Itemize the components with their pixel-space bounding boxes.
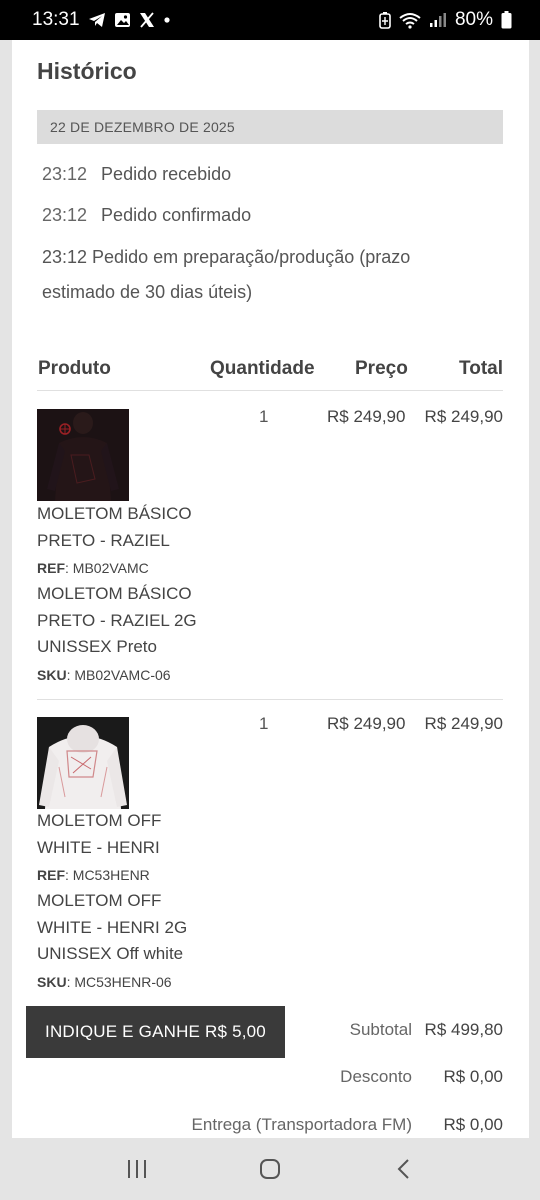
ref-label: REF [37,867,65,883]
status-bar-left: 13:31 [32,9,171,31]
sku-label: SKU [37,974,67,990]
item-price: R$ 249,90 [327,407,406,426]
col-header-quantity: Quantidade [210,358,315,379]
ref-label: REF [37,560,65,576]
discount-value: R$ 0,00 [443,1067,503,1086]
product-image-henri[interactable] [37,717,129,809]
battery-icon [501,11,512,29]
x-icon [139,12,155,28]
product-sku: SKU: MB02VAMC-06 [37,667,171,683]
shipping-value: R$ 0,00 [443,1115,503,1134]
status-bar: 13:31 80% [0,0,540,40]
product-sku: SKU: MC53HENR-06 [37,974,172,990]
navigation-bar [0,1138,540,1200]
product-ref: REF: MB02VAMC [37,560,149,576]
product-name[interactable]: MOLETOM OFF WHITE - HENRI [37,808,217,861]
battery-saver-icon [379,11,391,29]
history-entry-text: Pedido confirmado [101,205,252,225]
sku-label: SKU [37,667,67,683]
subtotal-label: Subtotal [349,1020,412,1039]
history-entry-time: 23:12 [42,205,88,225]
product-variant: MOLETOM BÁSICO PRETO - RAZIEL 2G UNISSEX… [37,584,197,656]
item-total: R$ 249,90 [424,714,503,733]
history-date: 22 DE DEZEMBRO DE 2025 [37,110,503,144]
wifi-icon [399,12,421,29]
product-name[interactable]: MOLETOM BÁSICO PRETO - RAZIEL [37,501,217,554]
item-quantity: 1 [259,714,269,733]
history-entry-time: 23:12 [42,164,88,184]
row-divider [37,699,503,700]
back-icon[interactable] [373,1149,433,1189]
status-bar-right: 80% [379,9,512,31]
sku-value: : MB02VAMC-06 [66,667,171,683]
discount-label: Desconto [340,1067,412,1086]
product-ref: REF: MC53HENR [37,867,150,883]
col-header-product: Produto [38,358,111,379]
ref-value: : MB02VAMC [65,560,149,576]
sku-value: : MC53HENR-06 [66,974,172,990]
shipping-label: Entrega (Transportadora FM) [191,1115,412,1134]
history-entry-production: 23:12 Pedido em preparação/produção (pra… [42,247,411,302]
telegram-icon [88,12,106,28]
status-time: 13:31 [32,9,80,30]
item-total: R$ 249,90 [424,407,503,426]
home-icon[interactable] [240,1149,300,1189]
signal-icon [429,12,447,28]
product-variant: MOLETOM OFF WHITE - HENRI 2G UNISSEX Off… [37,891,188,963]
ref-value: : MC53HENR [65,867,150,883]
history-entry: 23:12 Pedido recebido [42,164,231,185]
dot-icon [163,16,171,24]
col-header-price: Preço [355,358,408,379]
subtotal-value: R$ 499,80 [424,1020,503,1039]
item-price: R$ 249,90 [327,714,406,733]
gallery-icon [114,12,131,28]
item-quantity: 1 [259,407,269,426]
product-image-raziel[interactable] [37,409,129,501]
history-entry-text: Pedido recebido [101,164,232,184]
history-title: Histórico [37,58,137,84]
refer-and-earn-button[interactable]: INDIQUE E GANHE R$ 5,00 [26,1006,285,1058]
order-card: Histórico 22 DE DEZEMBRO DE 2025 23:12 Pe… [12,40,529,1138]
col-header-total: Total [459,358,503,379]
header-divider [37,390,503,391]
recent-apps-icon[interactable] [107,1149,167,1189]
history-entry: 23:12 Pedido confirmado [42,205,251,226]
battery-percent: 80% [454,9,493,30]
